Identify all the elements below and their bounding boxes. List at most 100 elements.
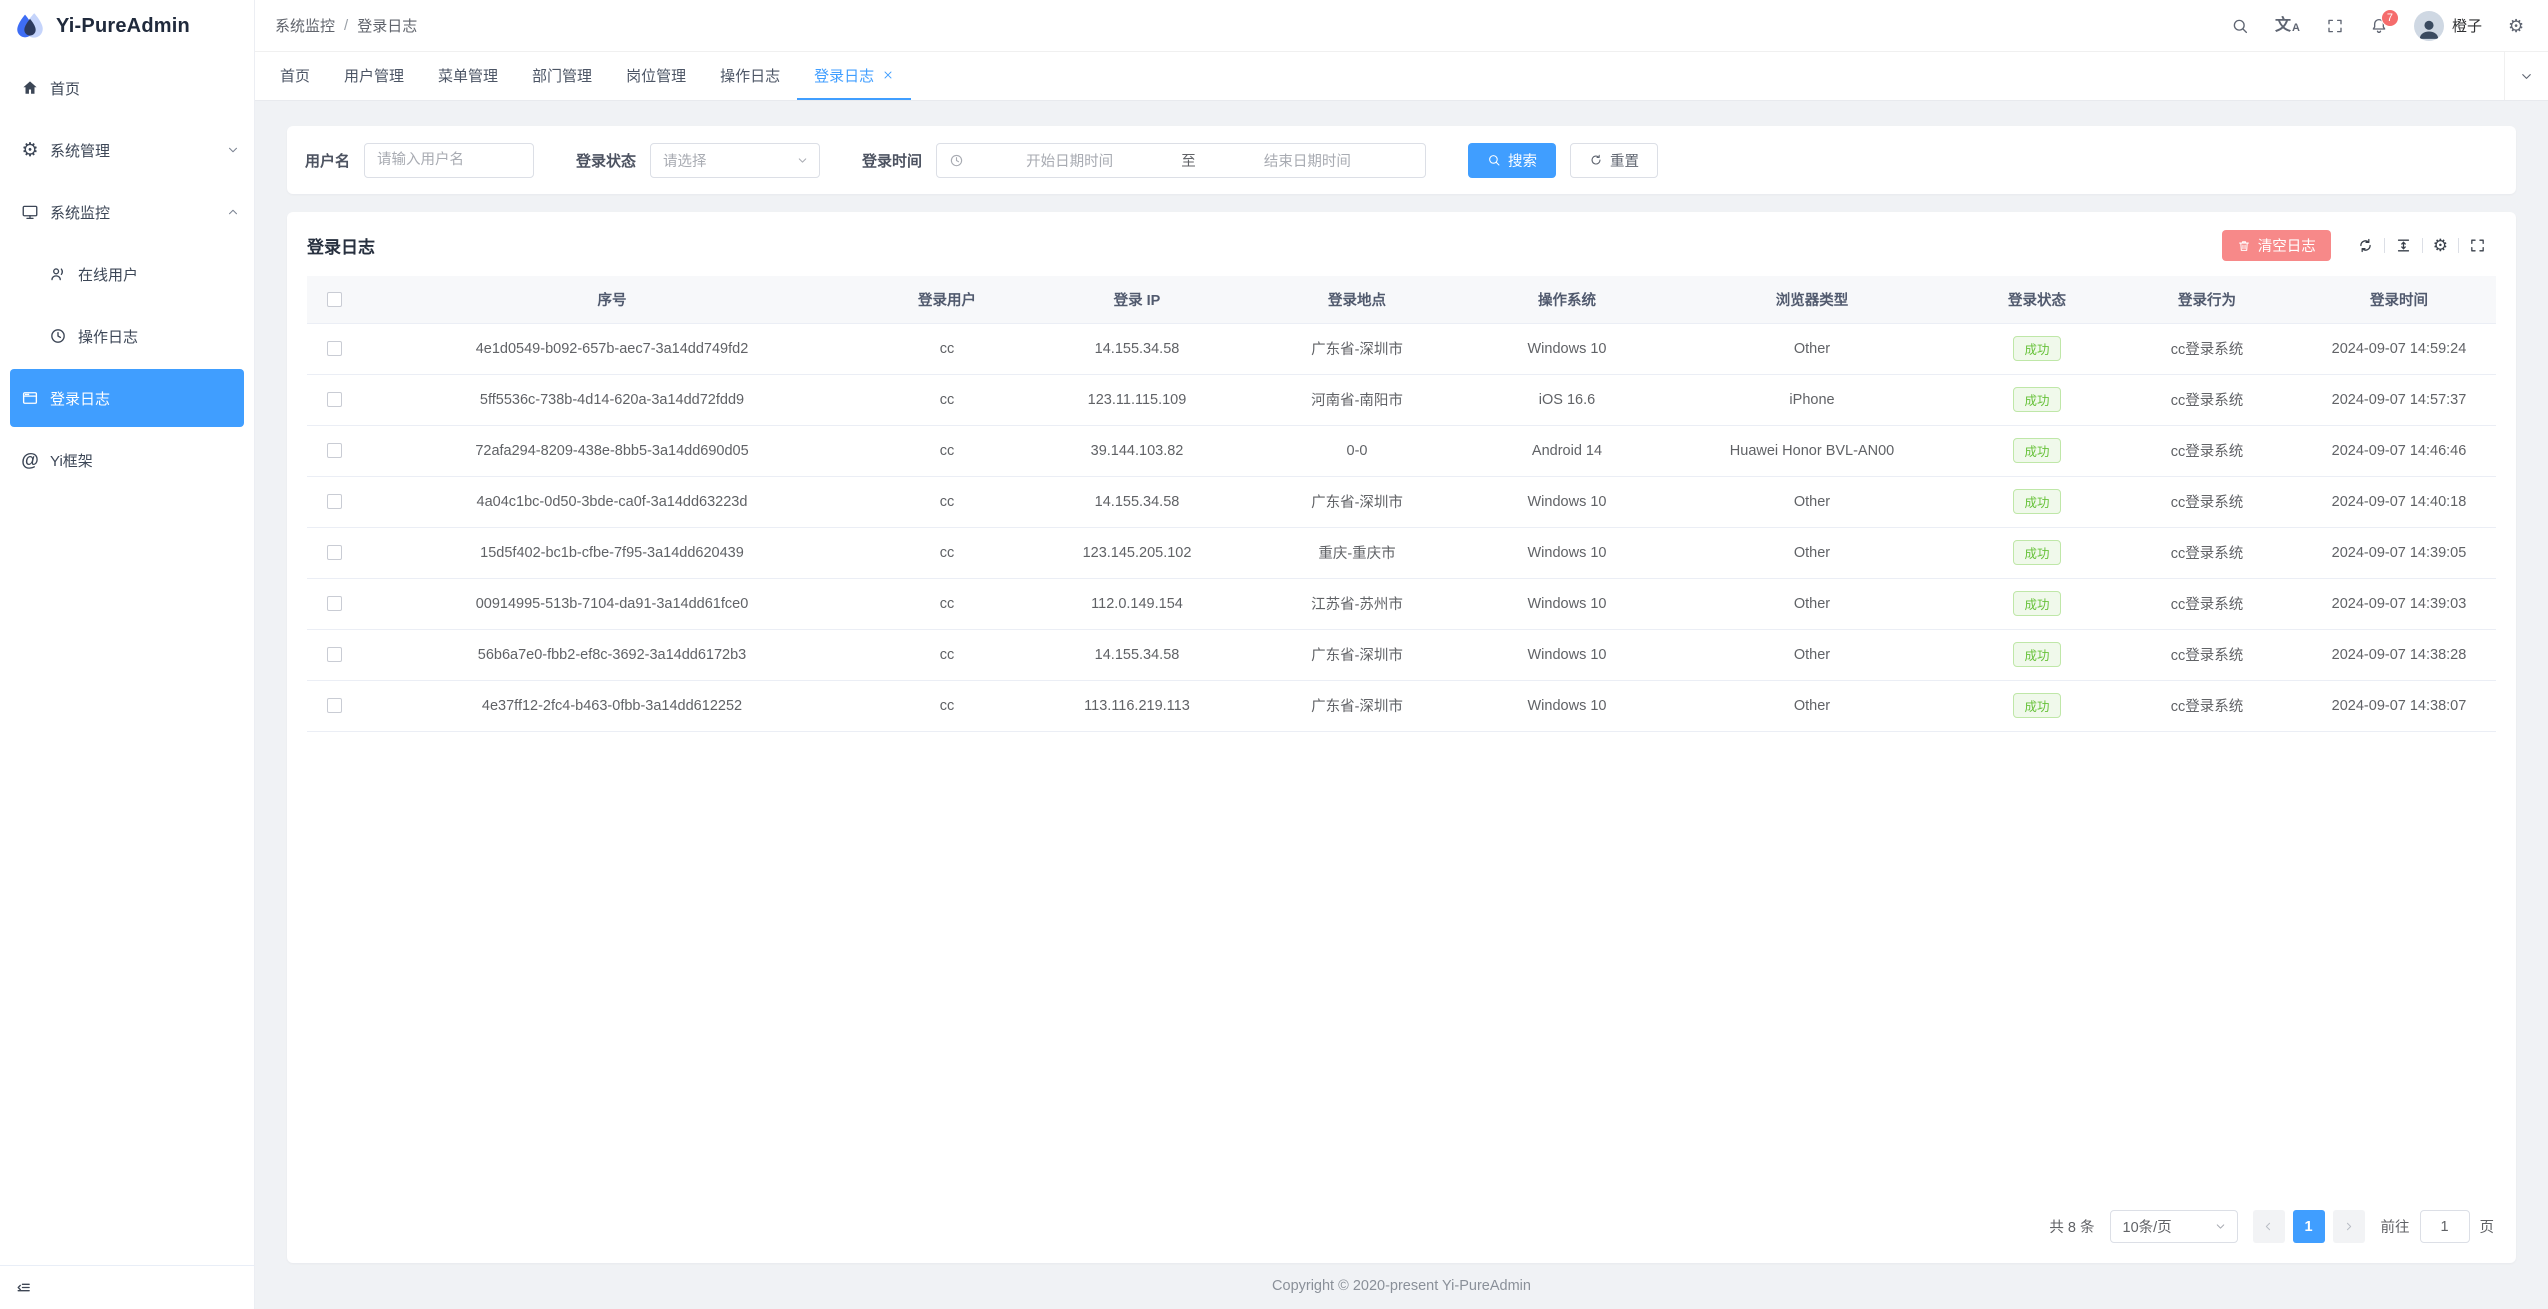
column-header-id: 序号 [362,276,862,323]
tab-home[interactable]: 首页 [263,52,327,100]
topbar-actions: 文A 7 橙子 ⚙ [2231,11,2526,41]
refresh-icon[interactable] [2347,237,2384,254]
row-checkbox[interactable] [327,647,342,662]
status-badge: 成功 [2013,489,2060,514]
login-log-table: 序号 登录用户 登录 IP 登录地点 操作系统 浏览器类型 登录状态 登录行为 … [287,276,2516,732]
breadcrumb-item[interactable]: 系统监控 [275,15,335,36]
page-size-select[interactable]: 10条/页 [2110,1210,2238,1243]
clear-logs-button[interactable]: 清空日志 [2222,230,2331,261]
search-icon[interactable] [2231,17,2249,35]
sidebar-item-operation-log[interactable]: 操作日志 [0,307,254,365]
username-input[interactable] [364,143,534,178]
goto-page-input[interactable] [2420,1210,2470,1243]
gear-icon[interactable]: ⚙ [2508,17,2526,35]
cell-user: cc [862,425,1032,476]
cell-behavior: cc登录系统 [2112,425,2302,476]
cell-browser: Other [1662,578,1962,629]
cell-os: Windows 10 [1472,629,1662,680]
tab-user-management[interactable]: 用户管理 [327,52,421,100]
cell-os: Windows 10 [1472,476,1662,527]
tabbar-more-button[interactable] [2504,52,2548,100]
table-row: 4e1d0549-b092-657b-aec7-3a14dd749fd2 cc … [307,323,2496,374]
translate-icon[interactable]: 文A [2275,18,2300,34]
breadcrumb: 系统监控 / 登录日志 [275,15,417,36]
login-log-icon [21,389,39,407]
start-date-placeholder: 开始日期时间 [964,150,1175,171]
row-checkbox[interactable] [327,596,342,611]
cell-user: cc [862,680,1032,731]
tab-close-icon[interactable] [882,69,894,81]
cell-location: 重庆-重庆市 [1242,527,1472,578]
cell-os: Android 14 [1472,425,1662,476]
cell-id: 72afa294-8209-438e-8bb5-3a14dd690d05 [362,425,862,476]
cell-behavior: cc登录系统 [2112,374,2302,425]
cell-ip: 14.155.34.58 [1032,476,1242,527]
row-checkbox[interactable] [327,545,342,560]
app-logo[interactable]: Yi-PureAdmin [0,0,254,52]
page-number-button[interactable]: 1 [2293,1210,2325,1243]
column-header-browser: 浏览器类型 [1662,276,1962,323]
cell-user: cc [862,629,1032,680]
cell-time: 2024-09-07 14:46:46 [2302,425,2496,476]
status-badge: 成功 [2013,693,2060,718]
login-time-field-group: 登录时间 开始日期时间 至 结束日期时间 [862,143,1426,178]
tab-label: 部门管理 [532,65,592,86]
cell-ip: 112.0.149.154 [1032,578,1242,629]
sidebar-collapse-button[interactable] [0,1265,254,1309]
select-all-checkbox[interactable] [327,292,342,307]
login-status-select[interactable]: 请选择 [650,143,820,178]
monitor-icon [21,203,39,221]
sidebar-item-system-management[interactable]: ⚙ 系统管理 [0,121,254,179]
column-header-ip: 登录 IP [1032,276,1242,323]
avatar [2414,11,2444,41]
reset-button[interactable]: 重置 [1570,143,1658,178]
tab-menu-management[interactable]: 菜单管理 [421,52,515,100]
search-button[interactable]: 搜索 [1468,143,1556,178]
clear-logs-label: 清空日志 [2258,235,2316,256]
cell-behavior: cc登录系统 [2112,629,2302,680]
sidebar-item-login-log[interactable]: 登录日志 [10,369,244,427]
card-header: 登录日志 清空日志 [287,212,2516,276]
sidebar-item-online-users[interactable]: 在线用户 [0,245,254,303]
content: 用户名 登录状态 请选择 登录时间 开始日期时间 [255,101,2548,1263]
collapse-menu-icon [15,1279,32,1296]
range-separator: 至 [1181,150,1196,171]
sidebar-item-yi-framework[interactable]: @ Yi框架 [0,431,254,489]
row-checkbox[interactable] [327,341,342,356]
row-checkbox[interactable] [327,392,342,407]
user-menu[interactable]: 橙子 [2414,11,2482,41]
end-date-placeholder: 结束日期时间 [1202,150,1413,171]
sidebar-item-home[interactable]: 首页 [0,59,254,117]
cell-ip: 14.155.34.58 [1032,323,1242,374]
cell-time: 2024-09-07 14:57:37 [2302,374,2496,425]
cell-os: iOS 16.6 [1472,374,1662,425]
tab-operation-log[interactable]: 操作日志 [703,52,797,100]
row-checkbox[interactable] [327,494,342,509]
gear-icon[interactable]: ⚙ [2423,237,2458,254]
login-time-range-picker[interactable]: 开始日期时间 至 结束日期时间 [936,143,1426,178]
sidebar-item-system-monitor[interactable]: 系统监控 [0,183,254,241]
fullscreen-icon[interactable] [2326,17,2344,35]
row-checkbox[interactable] [327,443,342,458]
table-header-row: 序号 登录用户 登录 IP 登录地点 操作系统 浏览器类型 登录状态 登录行为 … [307,276,2496,323]
notifications-button[interactable]: 7 [2370,17,2388,35]
tab-login-log[interactable]: 登录日志 [797,52,911,100]
notification-badge: 7 [2381,9,2399,27]
pagination: 共 8 条 10条/页 1 前往 页 [287,1192,2516,1263]
cell-id: 56b6a7e0-fbb2-ef8c-3692-3a14dd6172b3 [362,629,862,680]
cell-os: Windows 10 [1472,527,1662,578]
cell-location: 广东省-深圳市 [1242,476,1472,527]
row-checkbox[interactable] [327,698,342,713]
tab-label: 菜单管理 [438,65,498,86]
prev-page-button[interactable] [2253,1210,2285,1243]
tab-dept-management[interactable]: 部门管理 [515,52,609,100]
density-icon[interactable] [2385,237,2422,254]
cell-location: 河南省-南阳市 [1242,374,1472,425]
tab-post-management[interactable]: 岗位管理 [609,52,703,100]
sidebar-item-label: Yi框架 [50,450,93,471]
next-page-button[interactable] [2333,1210,2365,1243]
cell-ip: 113.116.219.113 [1032,680,1242,731]
login-log-card: 登录日志 清空日志 [287,212,2516,1263]
fullscreen-icon[interactable] [2459,237,2496,254]
username-field-group: 用户名 [305,143,534,178]
